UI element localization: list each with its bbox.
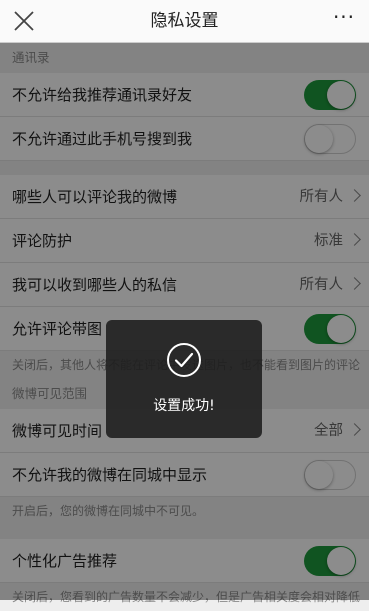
section-header-contacts: 通讯录 (0, 43, 369, 73)
row-no-recommend-contacts[interactable]: 不允许给我推荐通讯录好友 (0, 73, 369, 117)
row-value: 全部 (314, 423, 343, 439)
more-button[interactable]: ··· (329, 7, 359, 34)
note-city: 开启后，您的微博在同城中不可见。 (0, 497, 369, 525)
row-comment-protection[interactable]: 评论防护 标准 (0, 219, 369, 263)
row-value: 所有人 (299, 189, 344, 205)
note-ads: 关闭后，您看到的广告数量不会减少，但是广告相关度会相对降低 (0, 583, 369, 611)
row-label: 微博可见时间 (12, 422, 103, 440)
row-label: 允许评论带图 (12, 320, 103, 338)
chevron-right-icon (348, 277, 361, 290)
section-gap (0, 161, 369, 175)
row-no-show-in-city[interactable]: 不允许我的微博在同城中显示 (0, 453, 369, 497)
row-who-can-comment[interactable]: 哪些人可以评论我的微博 所有人 (0, 175, 369, 219)
toggle-knob (305, 461, 333, 489)
row-label: 我可以收到哪些人的私信 (12, 276, 178, 294)
row-label: 不允许给我推荐通讯录好友 (12, 86, 193, 104)
toggle-knob (327, 547, 355, 575)
close-icon (14, 11, 34, 31)
row-label: 评论防护 (12, 232, 73, 250)
section-gap (0, 525, 369, 539)
success-toast: 设置成功! (106, 320, 262, 438)
row-value: 所有人 (299, 277, 344, 293)
chevron-right-icon (348, 423, 361, 436)
row-who-can-message[interactable]: 我可以收到哪些人的私信 所有人 (0, 263, 369, 307)
row-personalized-ads[interactable]: 个性化广告推荐 (0, 539, 369, 583)
toggle-knob (327, 315, 355, 343)
row-label: 不允许通过此手机号搜到我 (12, 130, 193, 148)
toast-message: 设置成功! (153, 398, 215, 414)
close-button[interactable] (12, 9, 36, 33)
page-title: 隐私设置 (150, 11, 219, 31)
row-label: 哪些人可以评论我的微博 (12, 188, 178, 206)
row-label: 不允许我的微博在同城中显示 (12, 466, 208, 484)
toggle-no-show-in-city[interactable] (304, 460, 356, 490)
toggle-knob (305, 125, 333, 153)
row-no-search-by-phone[interactable]: 不允许通过此手机号搜到我 (0, 117, 369, 161)
toggle-no-recommend-contacts[interactable] (304, 80, 356, 110)
toggle-knob (327, 81, 355, 109)
chevron-right-icon (348, 189, 361, 202)
check-circle-icon (167, 343, 201, 377)
toggle-personalized-ads[interactable] (304, 546, 356, 576)
toggle-allow-comment-with-image[interactable] (304, 314, 356, 344)
row-value: 标准 (314, 233, 343, 249)
top-bar: 隐私设置 ··· (0, 0, 369, 43)
chevron-right-icon (348, 233, 361, 246)
row-label: 个性化广告推荐 (12, 552, 118, 570)
toggle-no-search-by-phone[interactable] (304, 124, 356, 154)
